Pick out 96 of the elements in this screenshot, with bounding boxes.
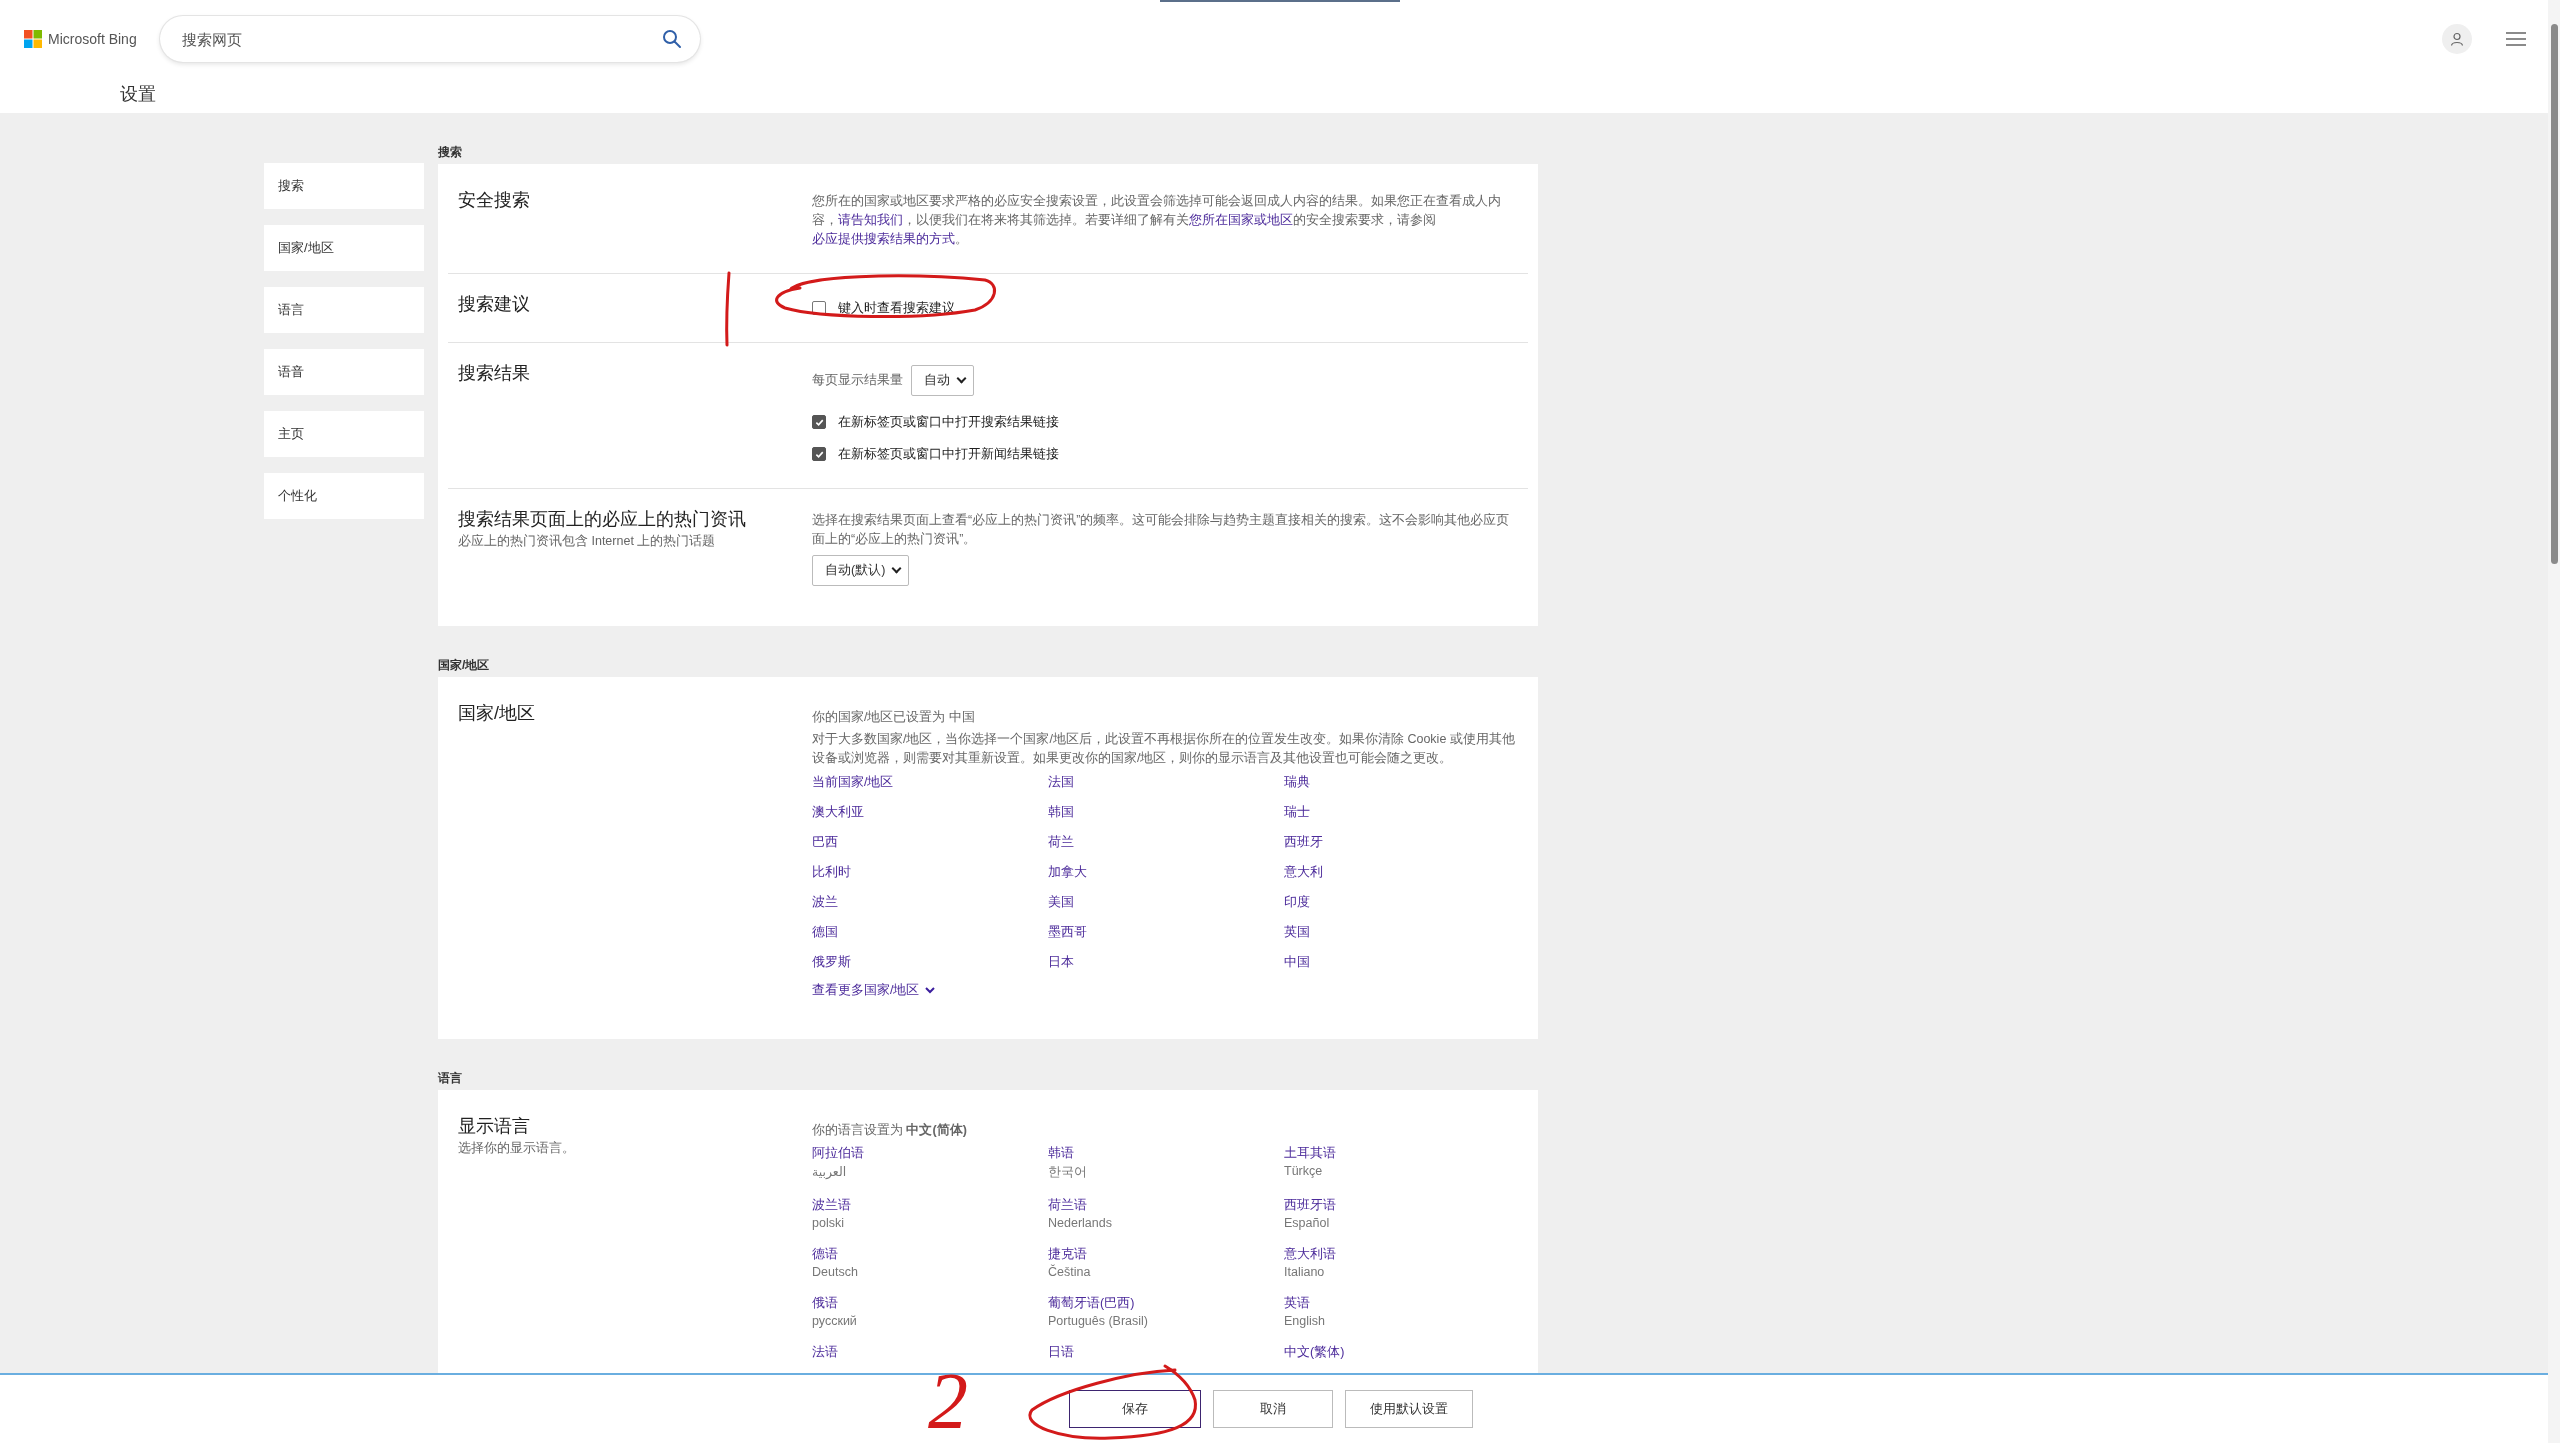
page-title: 设置 [119, 83, 157, 106]
country-link[interactable]: 加拿大 [1048, 864, 1284, 881]
language-native-name: English [1284, 1314, 1326, 1328]
language-native-name: العربية [812, 1164, 848, 1179]
country-link[interactable]: 中国 [1284, 954, 1520, 971]
checkmark-icon [814, 449, 824, 459]
setting-title: 搜索建议 [458, 293, 531, 316]
language-link[interactable]: 中文(繁体) [1284, 1344, 1345, 1361]
windows-logo-icon [24, 30, 42, 48]
language-link[interactable]: 葡萄牙语(巴西) [1048, 1295, 1135, 1312]
more-countries-link[interactable]: 查看更多国家/地区 [812, 982, 936, 999]
language-native-name: Español [1284, 1216, 1331, 1230]
inline-link[interactable]: 请告知我们 [838, 213, 903, 227]
language-link[interactable]: 德语 [812, 1246, 838, 1263]
country-link[interactable]: 巴西 [812, 834, 1048, 851]
sidebar-item[interactable]: 语言 [264, 287, 424, 333]
setting-subtitle: 必应上的热门资讯包含 Internet 上的热门话题 [458, 533, 717, 550]
country-link[interactable]: 墨西哥 [1048, 924, 1284, 941]
sidebar-item[interactable]: 语音 [264, 349, 424, 395]
country-description: 对于大多数国家/地区，当你选择一个国家/地区后，此设置不再根据你所在的位置发生改变。如果你清除 Cookie 或使用其他设备或浏览器，则需要对其重新设置。如果更改你的国家/地区，则你的显示语言及其他设置也可能会随之更改。 [812, 731, 1516, 767]
account-icon[interactable] [2442, 24, 2472, 54]
country-link[interactable]: 荷兰 [1048, 834, 1284, 851]
country-link[interactable]: 比利时 [812, 864, 1048, 881]
language-native-name: polski [812, 1216, 845, 1230]
chevron-down-icon [925, 987, 936, 994]
sidebar-item[interactable]: 主页 [264, 411, 424, 457]
section-heading: 搜索 [438, 144, 463, 161]
footer-button[interactable]: 使用默认设置 [1345, 1390, 1473, 1428]
language-native-name: Čeština [1048, 1265, 1092, 1279]
language-native-name: Italiano [1284, 1265, 1326, 1279]
setting-subtitle: 选择你的显示语言。 [458, 1140, 576, 1157]
trending-description: 选择在搜索结果页面上查看“必应上的热门资讯”的频率。这可能会排除与趋势主题直接相关的搜索。这不会影响其他必应页面上的“必应上的热门资讯”。 [812, 512, 1511, 548]
section-heading: 国家/地区 [438, 657, 491, 674]
country-link[interactable]: 波兰 [812, 894, 1048, 911]
setting-title: 搜索结果 [458, 362, 531, 385]
language-link[interactable]: 法语 [812, 1344, 838, 1361]
country-link[interactable]: 瑞士 [1284, 804, 1520, 821]
checkmark-icon [814, 417, 824, 427]
country-link[interactable]: 当前国家/地区 [812, 774, 1048, 791]
language-link[interactable]: 英语 [1284, 1295, 1310, 1312]
inline-link[interactable]: 您所在国家或地区 [1189, 213, 1293, 227]
language-native-name: Türkçe [1284, 1164, 1324, 1178]
language-link[interactable]: 俄语 [812, 1295, 838, 1312]
frequency-dropdown[interactable]: 自动(默认) [812, 555, 910, 586]
country-link[interactable]: 印度 [1284, 894, 1520, 911]
country-link[interactable]: 韩国 [1048, 804, 1284, 821]
country-link[interactable]: 法国 [1048, 774, 1284, 791]
footer-button[interactable]: 保存 [1069, 1390, 1201, 1428]
checkbox[interactable] [812, 447, 826, 461]
language-link[interactable]: 波兰语 [812, 1197, 851, 1214]
scrollbar[interactable] [2548, 0, 2560, 1443]
checkbox[interactable] [812, 415, 826, 429]
sidebar-item[interactable]: 国家/地区 [264, 225, 424, 271]
sidebar-item[interactable]: 搜索 [264, 163, 424, 209]
footer-button[interactable]: 取消 [1213, 1390, 1333, 1428]
language-link[interactable]: 阿拉伯语 [812, 1145, 864, 1162]
brand-name[interactable]: Microsoft Bing [48, 31, 137, 47]
language-link[interactable]: 日语 [1048, 1344, 1074, 1361]
country-link[interactable]: 西班牙 [1284, 834, 1520, 851]
language-status: 你的语言设置为 中文(简体) [812, 1122, 968, 1139]
language-link[interactable]: 捷克语 [1048, 1246, 1087, 1263]
country-link[interactable]: 德国 [812, 924, 1048, 941]
language-link[interactable]: 荷兰语 [1048, 1197, 1087, 1214]
setting-title: 国家/地区 [458, 702, 536, 725]
search-icon[interactable] [662, 29, 682, 49]
results-count-label: 每页显示结果量 [812, 372, 903, 389]
country-link[interactable]: 意大利 [1284, 864, 1520, 881]
language-link[interactable]: 韩语 [1048, 1145, 1074, 1162]
results-count-dropdown[interactable]: 自动 [911, 365, 974, 396]
language-native-name: Português (Brasil) [1048, 1314, 1150, 1328]
country-link[interactable]: 英国 [1284, 924, 1520, 941]
language-native-name: русский [812, 1314, 858, 1328]
setting-title: 显示语言 [458, 1115, 531, 1138]
country-link[interactable]: 瑞典 [1284, 774, 1520, 791]
country-link[interactable]: 日本 [1048, 954, 1284, 971]
checkbox-label[interactable]: 在新标签页或窗口中打开搜索结果链接 [838, 413, 1059, 431]
setting-title: 搜索结果页面上的必应上的热门资讯 [458, 508, 747, 531]
section-heading: 语言 [438, 1070, 463, 1087]
country-link[interactable]: 澳大利亚 [812, 804, 1048, 821]
language-link[interactable]: 土耳其语 [1284, 1145, 1336, 1162]
inline-link[interactable]: 必应提供搜索结果的方式 [812, 232, 955, 246]
checkbox-label[interactable]: 在新标签页或窗口中打开新闻结果链接 [838, 445, 1059, 463]
language-native-name: Deutsch [812, 1265, 859, 1279]
language-native-name: Nederlands [1048, 1216, 1113, 1230]
language-native-name: 한국어 [1048, 1164, 1088, 1181]
country-link[interactable]: 俄罗斯 [812, 954, 1048, 971]
country-status: 你的国家/地区已设置为 中国 [812, 709, 976, 726]
safe-search-description: 您所在的国家或地区要求严格的必应安全搜索设置，此设置会筛选掉可能会返回成人内容的结果。如果您正在查看成人内容，请告知我们，以便我们在将来将其筛选掉。若要详细了解有关您所在国家或地区的安全搜索要求，请参阅 必应提供搜索结果的方式。 [812, 193, 1502, 248]
language-link[interactable]: 意大利语 [1284, 1246, 1336, 1263]
menu-icon[interactable] [2506, 32, 2526, 46]
country-link[interactable]: 美国 [1048, 894, 1284, 911]
setting-title: 安全搜索 [458, 189, 531, 212]
language-link[interactable]: 西班牙语 [1284, 1197, 1336, 1214]
handwritten-number: 2 [928, 1357, 968, 1443]
sidebar-item[interactable]: 个性化 [264, 473, 424, 519]
search-field[interactable]: 搜索网页 [180, 29, 662, 49]
